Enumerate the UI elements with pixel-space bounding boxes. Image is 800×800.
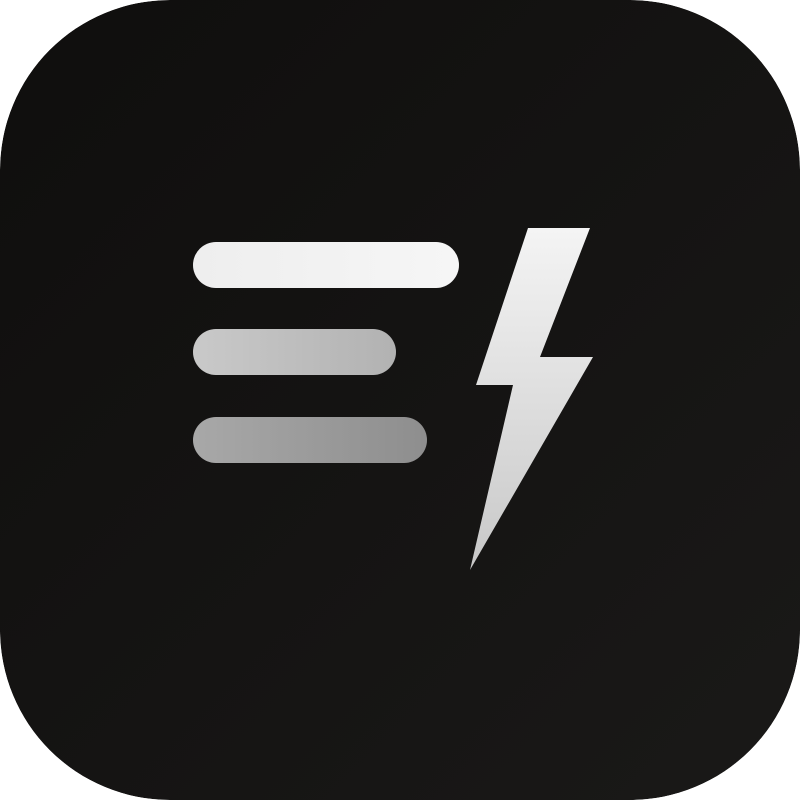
menu-line-bottom — [193, 417, 427, 463]
icon-background — [0, 0, 800, 800]
menu-line-middle — [193, 329, 396, 375]
app-icon-graphic — [0, 0, 800, 800]
app-icon[interactable] — [0, 0, 800, 800]
menu-line-top — [193, 242, 459, 288]
app-icon-canvas — [0, 0, 800, 800]
